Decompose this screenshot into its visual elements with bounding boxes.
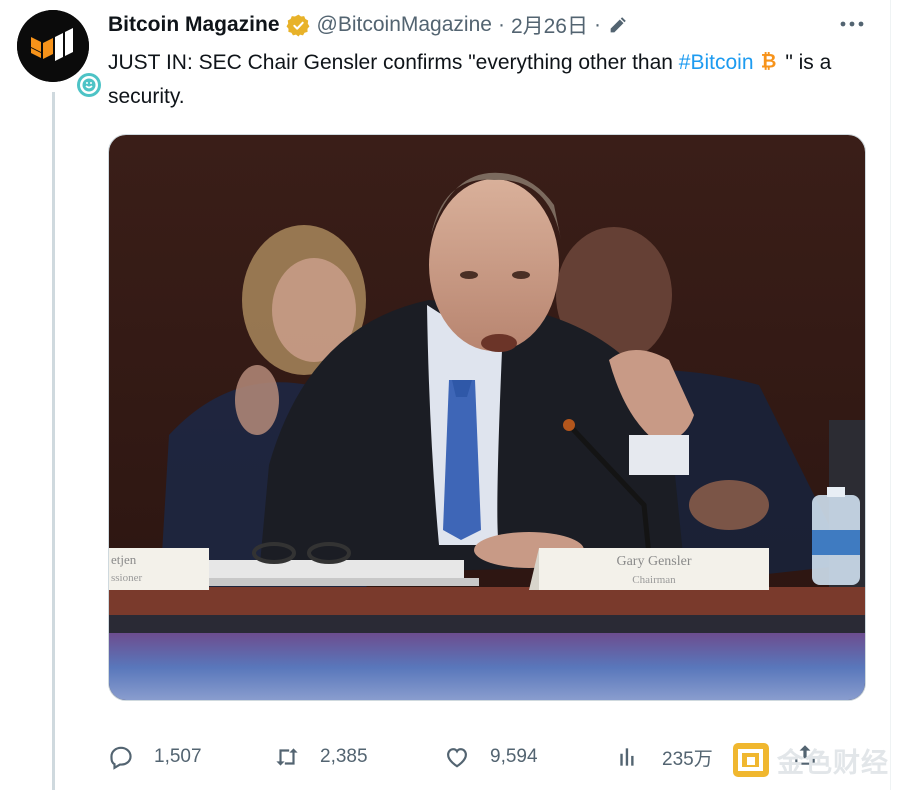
affiliate-badge (75, 71, 103, 99)
nameplate-name: Gary Gensler (616, 554, 691, 569)
heart-icon (447, 748, 467, 768)
more-horizontal-icon[interactable] (838, 12, 866, 36)
edit-icon[interactable] (607, 14, 629, 36)
nameplate-title: Chairman (632, 574, 676, 586)
svg-text:₿: ₿ (760, 49, 776, 71)
handle[interactable]: @BitcoinMagazine (317, 13, 492, 37)
reply-count: 1,507 (154, 746, 202, 767)
hashtag-link[interactable]: #Bitcoin (679, 51, 754, 74)
reply-button[interactable]: 1,507 (108, 738, 202, 776)
like-button[interactable]: 9,594 (444, 738, 538, 776)
view-count: 235万 (662, 748, 713, 770)
like-count: 9,594 (490, 746, 538, 767)
retweet-count: 2,385 (320, 746, 368, 767)
reply-icon (110, 746, 132, 770)
separator-dot: · (593, 13, 601, 36)
photo-image: Gary Gensler Chairman etjen ssioner (109, 135, 865, 700)
bitcoin-emoji-icon: ₿ (760, 49, 776, 71)
retweet-button[interactable]: 2,385 (274, 738, 368, 776)
retweet-icon (276, 748, 298, 766)
tweet-header: Bitcoin Magazine @BitcoinMagazine · 2月26… (108, 10, 629, 40)
tweet-card: Bitcoin Magazine @BitcoinMagazine · 2月26… (0, 0, 905, 790)
nameplate-left-top: etjen (111, 552, 137, 567)
tweet-text-start: JUST IN: SEC Chair Gensler confirms "eve… (108, 51, 679, 74)
thread-line (52, 92, 55, 790)
divider (890, 0, 891, 790)
badge-icon (77, 73, 101, 97)
verified-badge-icon (286, 14, 309, 36)
tweet-date[interactable]: 2月26日 (511, 10, 588, 40)
analytics-icon (620, 748, 634, 766)
nameplate-left-bottom: ssioner (111, 572, 143, 584)
watermark-text: 金色财经 (777, 747, 889, 778)
display-name[interactable]: Bitcoin Magazine (108, 13, 280, 37)
tweet-photo[interactable]: Gary Gensler Chairman etjen ssioner (108, 134, 866, 701)
tweet-text: JUST IN: SEC Chair Gensler confirms "eve… (108, 46, 878, 114)
jinse-logo-icon (733, 743, 769, 777)
views-button[interactable]: 235万 (616, 738, 713, 776)
separator-dot: · (497, 13, 505, 36)
avatar[interactable] (17, 10, 103, 99)
watermark: 金色财经 (733, 742, 889, 778)
